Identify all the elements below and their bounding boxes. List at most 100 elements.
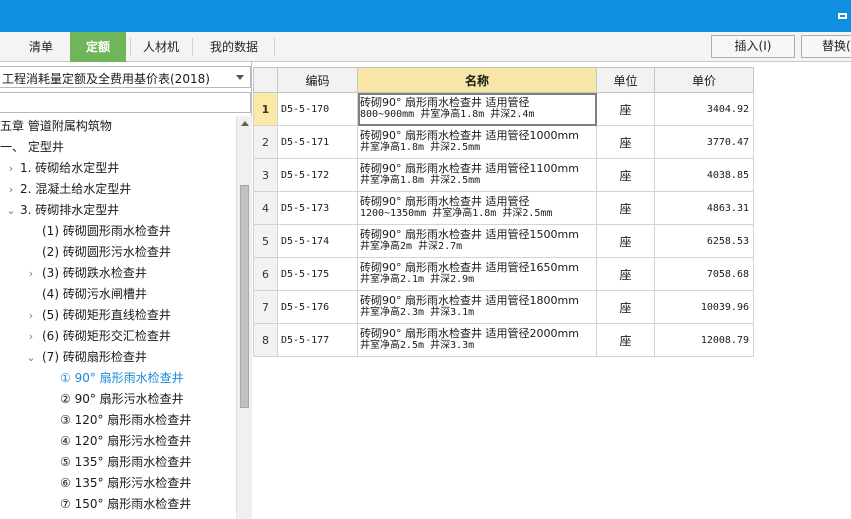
tree-node[interactable]: ⌄ 3. 砖砌排水定型井 [0,200,236,221]
expanded-chevron-icon[interactable]: ⌄ [6,200,16,221]
code-cell[interactable]: D5-5-177 [277,323,358,357]
table-row[interactable]: 1 D5-5-170 砖砌90° 扇形雨水检查井 适用管径 800~900mm 井室净… [253,92,754,126]
tree-node[interactable]: ⌄ (7) 砖砌扇形检查井 [0,347,236,368]
collapsed-chevron-icon[interactable]: › [26,305,36,326]
row-index-cell[interactable]: 5 [253,224,278,258]
price-cell[interactable]: 7058.68 [654,257,754,291]
name-cell[interactable]: 砖砌90° 扇形雨水检查井 适用管径1500mm 井室净高2m 井深2.7m [357,224,597,258]
header-price[interactable]: 单价 [654,67,754,93]
table-row[interactable]: 7 D5-5-176 砖砌90° 扇形雨水检查井 适用管径1800mm 井室净高2.3… [253,290,754,324]
tree-node[interactable]: (4) 砖砌污水闸槽井 [0,284,236,305]
replace-button[interactable]: 替换( [801,35,851,58]
tab-bill[interactable]: 清单 [18,32,64,62]
name-cell[interactable]: 砖砌90° 扇形雨水检查井 适用管径1650mm 井室净高2.1m 井深2.9m [357,257,597,291]
scroll-up-icon[interactable] [241,121,249,126]
tree-node[interactable]: › (6) 砖砌矩形交汇检查井 [0,326,236,347]
collapsed-chevron-icon[interactable]: › [6,158,16,179]
row-index-cell[interactable]: 3 [253,158,278,192]
tree-node-label: ⑥ 135° 扇形污水检查井 [60,476,192,490]
tree-node[interactable]: ② 90° 扇形污水检查井 [0,389,236,410]
row-index-cell[interactable]: 1 [253,92,278,126]
header-unit[interactable]: 单位 [596,67,655,93]
name-cell[interactable]: 砖砌90° 扇形雨水检查井 适用管径2000mm 井室净高2.5m 井深3.3m [357,323,597,357]
name-line-2: 井室净高1.8m 井深2.5mm [360,142,481,153]
tab-labor-material-machine[interactable]: 人材机 [134,32,188,62]
tree-node[interactable]: ① 90° 扇形雨水检查井 [0,368,236,389]
name-cell[interactable]: 砖砌90° 扇形雨水检查井 适用管径 1200~1350mm 井室净高1.8m 井… [357,191,597,225]
row-index-cell[interactable]: 8 [253,323,278,357]
tree-node[interactable]: ③ 120° 扇形雨水检查井 [0,410,236,431]
unit-cell[interactable]: 座 [596,191,655,225]
name-line-2: 井室净高2.5m 井深3.3m [360,340,475,351]
row-index-cell[interactable]: 2 [253,125,278,159]
tree-node[interactable]: (2) 砖砌圆形污水检查井 [0,242,236,263]
name-cell[interactable]: 砖砌90° 扇形雨水检查井 适用管径1800mm 井室净高2.3m 井深3.1m [357,290,597,324]
row-index-cell[interactable]: 4 [253,191,278,225]
table-row[interactable]: 8 D5-5-177 砖砌90° 扇形雨水检查井 适用管径2000mm 井室净高2.5… [253,323,754,357]
price-cell[interactable]: 4038.85 [654,158,754,192]
tree-node-label: ⑦ 150° 扇形雨水检查井 [60,497,192,511]
collapsed-chevron-icon[interactable]: › [26,263,36,284]
tree-node[interactable]: › 2. 混凝土给水定型井 [0,179,236,200]
price-cell[interactable]: 6258.53 [654,224,754,258]
collapsed-chevron-icon[interactable]: › [6,179,16,200]
chevron-down-icon[interactable] [236,75,244,80]
tree-node-label: ⑤ 135° 扇形雨水检查井 [60,455,192,469]
unit-cell[interactable]: 座 [596,92,655,126]
row-index-cell[interactable]: 6 [253,257,278,291]
name-line-1: 砖砌90° 扇形雨水检查井 适用管径1100mm [360,162,579,175]
price-cell[interactable]: 3404.92 [654,92,754,126]
code-cell[interactable]: D5-5-170 [277,92,358,126]
header-name[interactable]: 名称 [357,67,597,93]
expanded-chevron-icon[interactable]: ⌄ [26,347,36,368]
table-row[interactable]: 6 D5-5-175 砖砌90° 扇形雨水检查井 适用管径1650mm 井室净高2.1… [253,257,754,291]
table-row[interactable]: 4 D5-5-173 砖砌90° 扇形雨水检查井 适用管径 1200~1350mm 井… [253,191,754,225]
tree-node[interactable]: › 1. 砖砌给水定型井 [0,158,236,179]
code-cell[interactable]: D5-5-176 [277,290,358,324]
unit-cell[interactable]: 座 [596,257,655,291]
tree-node[interactable]: ⑥ 135° 扇形污水检查井 [0,473,236,494]
table-row[interactable]: 3 D5-5-172 砖砌90° 扇形雨水检查井 适用管径1100mm 井室净高1.8… [253,158,754,192]
unit-cell[interactable]: 座 [596,323,655,357]
tab-quota[interactable]: 定额 [70,32,126,62]
tree-scrollbar[interactable] [236,116,252,519]
minimize-icon[interactable] [838,13,847,19]
tree-search-input[interactable] [0,92,251,113]
tree-node-label: (1) 砖砌圆形雨水检查井 [42,224,171,238]
tree-node[interactable]: ⑤ 135° 扇形雨水检查井 [0,452,236,473]
unit-cell[interactable]: 座 [596,224,655,258]
scrollbar-thumb[interactable] [240,185,249,408]
price-cell[interactable]: 4863.31 [654,191,754,225]
row-index-cell[interactable]: 7 [253,290,278,324]
unit-cell[interactable]: 座 [596,125,655,159]
unit-cell[interactable]: 座 [596,158,655,192]
code-cell[interactable]: D5-5-172 [277,158,358,192]
name-line-1: 砖砌90° 扇形雨水检查井 适用管径1000mm [360,129,579,142]
code-cell[interactable]: D5-5-175 [277,257,358,291]
code-cell[interactable]: D5-5-171 [277,125,358,159]
tree-node[interactable]: ④ 120° 扇形污水检查井 [0,431,236,452]
header-code[interactable]: 编码 [277,67,358,93]
name-cell[interactable]: 砖砌90° 扇形雨水检查井 适用管径1100mm 井室净高1.8m 井深2.5mm [357,158,597,192]
tree-node[interactable]: › (3) 砖砌跌水检查井 [0,263,236,284]
name-cell[interactable]: 砖砌90° 扇形雨水检查井 适用管径1000mm 井室净高1.8m 井深2.5mm [357,125,597,159]
tree-node[interactable]: (1) 砖砌圆形雨水检查井 [0,221,236,242]
price-cell[interactable]: 3770.47 [654,125,754,159]
price-cell[interactable]: 12008.79 [654,323,754,357]
table-row[interactable]: 2 D5-5-171 砖砌90° 扇形雨水检查井 适用管径1000mm 井室净高1.8… [253,125,754,159]
tree-node[interactable]: ⑦ 150° 扇形雨水检查井 [0,494,236,515]
table-row[interactable]: 5 D5-5-174 砖砌90° 扇形雨水检查井 适用管径1500mm 井室净高2m … [253,224,754,258]
code-cell[interactable]: D5-5-174 [277,224,358,258]
code-cell[interactable]: D5-5-173 [277,191,358,225]
unit-cell[interactable]: 座 [596,290,655,324]
tree-node[interactable]: 五章 管道附属构筑物 [0,116,236,137]
insert-button[interactable]: 插入(I) [711,35,795,58]
library-select[interactable]: 工程消耗量定额及全费用基价表(2018) [0,66,251,88]
name-cell[interactable]: 砖砌90° 扇形雨水检查井 适用管径 800~900mm 井室净高1.8m 井深2… [357,92,597,126]
tree-node-label: ① 90° 扇形雨水检查井 [60,371,184,385]
tree-node[interactable]: › (5) 砖砌矩形直线检查井 [0,305,236,326]
price-cell[interactable]: 10039.96 [654,290,754,324]
tab-my-data[interactable]: 我的数据 [196,32,272,62]
collapsed-chevron-icon[interactable]: › [26,326,36,347]
tree-node[interactable]: 一、 定型井 [0,137,236,158]
